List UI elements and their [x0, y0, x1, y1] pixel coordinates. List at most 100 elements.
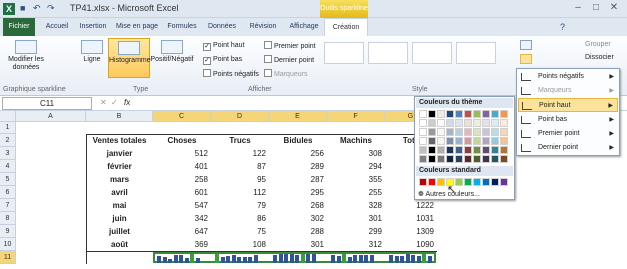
color-swatch[interactable] [446, 146, 454, 154]
color-swatch[interactable] [482, 146, 490, 154]
table-cell[interactable]: juin [86, 213, 153, 225]
negative-points-checkbox[interactable]: Points négatifs [203, 69, 259, 79]
table-cell[interactable]: 1222 [385, 200, 437, 212]
color-swatch[interactable] [428, 128, 436, 136]
select-all-corner[interactable] [0, 111, 16, 122]
color-swatch[interactable] [482, 137, 490, 145]
name-box[interactable]: C11 [2, 97, 92, 110]
menu-item-low-point[interactable]: Point bas ▶ [518, 113, 618, 127]
color-swatch[interactable] [428, 155, 436, 163]
function-icon[interactable]: fx [124, 98, 130, 107]
color-swatch[interactable] [491, 128, 499, 136]
table-cell[interactable]: 87 [211, 161, 269, 173]
undo-icon[interactable]: ↶ [33, 3, 41, 14]
color-swatch[interactable] [500, 146, 508, 154]
table-cell[interactable]: 75 [211, 226, 269, 238]
first-point-checkbox[interactable]: Premier point [264, 41, 316, 51]
color-swatch[interactable] [464, 110, 472, 118]
color-swatch[interactable] [491, 146, 499, 154]
color-swatch[interactable] [419, 146, 427, 154]
tab-insert[interactable]: Insertion [74, 18, 112, 36]
color-swatch[interactable] [500, 119, 508, 127]
color-swatch[interactable] [419, 178, 427, 186]
table-cell[interactable]: 1031 [385, 213, 437, 225]
table-cell[interactable]: 122 [211, 148, 269, 160]
color-swatch[interactable] [446, 155, 454, 163]
minimize-icon[interactable]: – [571, 2, 585, 14]
help-icon[interactable]: ? [560, 18, 565, 36]
tab-file[interactable]: Fichier [3, 18, 35, 36]
color-swatch[interactable] [500, 155, 508, 163]
table-cell[interactable]: 268 [269, 200, 327, 212]
table-header-cell[interactable]: Machins [327, 135, 385, 147]
tab-home[interactable]: Accueil [40, 18, 74, 36]
table-cell[interactable]: 301 [327, 213, 385, 225]
color-swatch[interactable] [419, 155, 427, 163]
style-thumbnail[interactable] [324, 42, 364, 64]
table-cell[interactable]: 342 [153, 213, 211, 225]
color-swatch[interactable] [491, 110, 499, 118]
color-swatch[interactable] [473, 146, 481, 154]
color-swatch[interactable] [446, 128, 454, 136]
color-swatch[interactable] [419, 128, 427, 136]
tab-page-layout[interactable]: Mise en page [112, 18, 162, 36]
style-thumbnail[interactable] [412, 42, 452, 64]
table-cell[interactable]: 355 [327, 174, 385, 186]
table-cell[interactable]: 295 [269, 187, 327, 199]
table-cell[interactable]: 547 [153, 200, 211, 212]
color-swatch[interactable] [455, 137, 463, 145]
tab-data[interactable]: Données [202, 18, 242, 36]
table-cell[interactable]: avril [86, 187, 153, 199]
color-swatch[interactable] [464, 146, 472, 154]
color-swatch[interactable] [455, 146, 463, 154]
table-cell[interactable]: 294 [327, 161, 385, 173]
sparkline-cell[interactable] [331, 254, 376, 263]
color-swatch[interactable] [500, 128, 508, 136]
color-swatch[interactable] [491, 137, 499, 145]
table-cell[interactable]: juillet [86, 226, 153, 238]
table-cell[interactable]: 256 [269, 148, 327, 160]
color-swatch[interactable] [446, 119, 454, 127]
color-swatch[interactable] [455, 155, 463, 163]
table-cell[interactable]: mars [86, 174, 153, 186]
color-swatch[interactable] [500, 110, 508, 118]
table-cell[interactable]: 108 [211, 239, 269, 251]
table-cell[interactable]: 328 [327, 200, 385, 212]
tab-design[interactable]: Création [324, 18, 368, 36]
table-header-cell[interactable]: Bidules [269, 135, 327, 147]
sparkline-cell[interactable] [389, 254, 434, 263]
table-cell[interactable]: 512 [153, 148, 211, 160]
cancel-icon[interactable]: ✕ [100, 98, 107, 107]
row-header[interactable]: 3 [0, 147, 16, 160]
table-cell[interactable]: 401 [153, 161, 211, 173]
ungroup-button[interactable]: Dissocier [585, 54, 614, 61]
sparkline-cell[interactable] [215, 254, 260, 263]
style-thumbnail[interactable] [456, 42, 496, 64]
table-cell[interactable]: 112 [211, 187, 269, 199]
table-cell[interactable]: février [86, 161, 153, 173]
table-cell[interactable]: 369 [153, 239, 211, 251]
color-swatch[interactable] [419, 119, 427, 127]
close-icon[interactable]: ✕ [607, 2, 621, 14]
color-swatch[interactable] [428, 137, 436, 145]
markers-checkbox[interactable]: Marqueurs [264, 69, 307, 79]
color-swatch[interactable] [419, 137, 427, 145]
menu-item-first-point[interactable]: Premier point ▶ [518, 127, 618, 141]
table-cell[interactable]: 255 [327, 187, 385, 199]
table-cell[interactable]: 647 [153, 226, 211, 238]
menu-item-high-point[interactable]: Point haut ▶ [518, 98, 618, 112]
table-cell[interactable]: mai [86, 200, 153, 212]
color-swatch[interactable] [437, 146, 445, 154]
table-cell[interactable]: 289 [269, 161, 327, 173]
line-type-button[interactable]: Ligne [78, 40, 106, 64]
color-swatch[interactable] [473, 119, 481, 127]
color-swatch[interactable] [482, 119, 490, 127]
color-swatch[interactable] [464, 155, 472, 163]
color-swatch[interactable] [455, 119, 463, 127]
row-header[interactable]: 10 [0, 238, 16, 251]
group-button[interactable]: Grouper [585, 41, 611, 48]
column-header[interactable]: B [86, 111, 153, 122]
sparkline-cell[interactable] [157, 254, 202, 263]
color-swatch[interactable] [500, 178, 508, 186]
table-cell[interactable]: 308 [327, 148, 385, 160]
